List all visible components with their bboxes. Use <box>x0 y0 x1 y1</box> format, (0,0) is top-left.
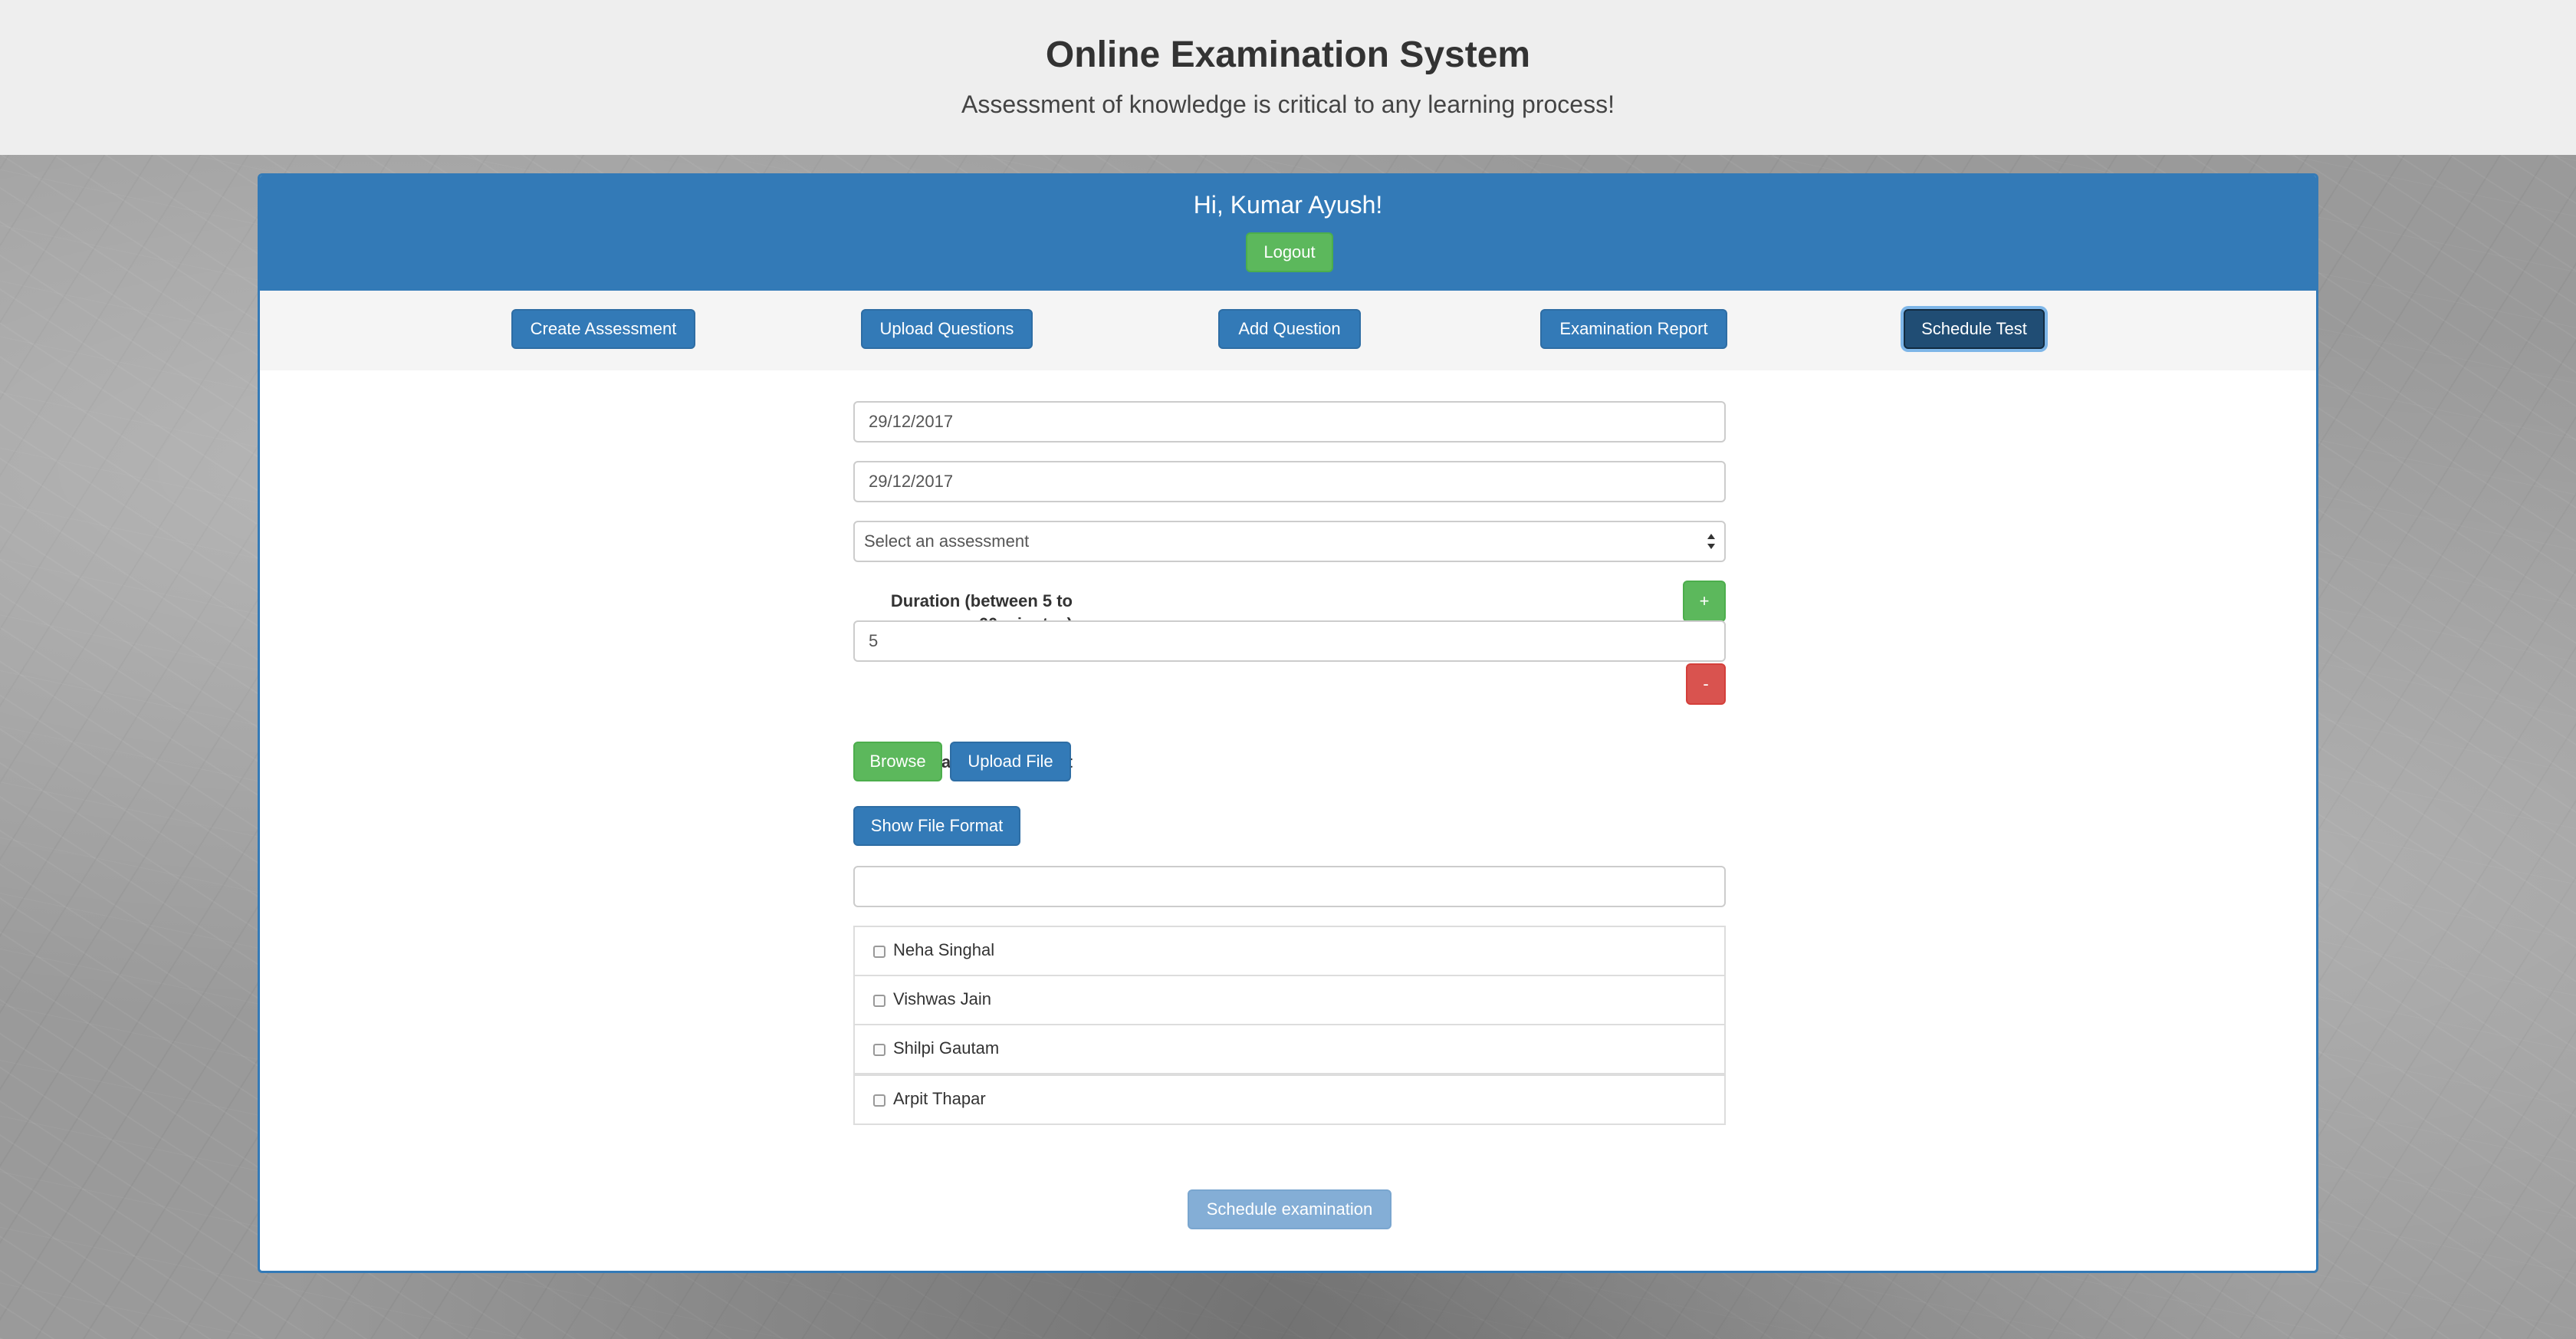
user-name: Arpit Thapar <box>893 1089 986 1108</box>
user-row[interactable]: Vishwas Jain <box>853 975 1726 1025</box>
examination-report-button[interactable]: Examination Report <box>1540 309 1727 349</box>
upload-file-button[interactable]: Upload File <box>950 742 1071 781</box>
user-list: Neha Singhal Vishwas Jain Shilpi Gautam … <box>853 926 1726 1127</box>
select-assessment-value: Select an assessment <box>864 531 1030 551</box>
main-panel: Hi, Kumar Ayush! Logout Create Assessmen… <box>258 173 2318 1273</box>
site-subtitle: Assessment of knowledge is critical to a… <box>961 90 1615 118</box>
search-user-input[interactable] <box>853 866 1726 907</box>
schedule-examination-button[interactable]: Schedule examination <box>1188 1189 1392 1229</box>
site-header: Online Examination System Assessment of … <box>0 0 2576 155</box>
user-checkbox[interactable] <box>873 995 886 1007</box>
user-name: Neha Singhal <box>893 940 995 959</box>
user-row[interactable]: Shilpi Gautam <box>853 1024 1726 1074</box>
duration-label-line1: Duration (between 5 to <box>890 591 1073 610</box>
show-file-format-button[interactable]: Show File Format <box>853 806 1020 846</box>
site-title: Online Examination System <box>1045 35 1531 75</box>
duration-increment-button[interactable]: + <box>1683 581 1726 622</box>
user-checkbox[interactable] <box>873 946 886 958</box>
add-question-button[interactable]: Add Question <box>1218 309 1361 349</box>
select-assessment-dropdown[interactable]: Select an assessment <box>853 521 1726 562</box>
create-assessment-button[interactable]: Create Assessment <box>511 309 695 349</box>
action-nav: Create Assessment Upload Questions Add Q… <box>260 291 2316 370</box>
duration-decrement-button[interactable]: - <box>1686 663 1726 705</box>
duration-input[interactable]: 5 <box>853 620 1726 662</box>
user-row[interactable]: Neha Singhal <box>853 926 1726 976</box>
user-row[interactable]: Arpit Thapar <box>853 1074 1726 1125</box>
user-name: Vishwas Jain <box>893 989 991 1008</box>
user-checkbox[interactable] <box>873 1094 886 1107</box>
panel-heading: Hi, Kumar Ayush! Logout <box>260 176 2316 291</box>
user-greeting: Hi, Kumar Ayush! <box>1193 191 1383 219</box>
user-checkbox[interactable] <box>873 1044 886 1056</box>
exam-date-input[interactable]: 29/12/2017 <box>853 401 1726 442</box>
user-name: Shilpi Gautam <box>893 1038 1000 1058</box>
logout-button[interactable]: Logout <box>1246 232 1333 272</box>
notification-date-input[interactable]: 29/12/2017 <box>853 461 1726 502</box>
upload-questions-button[interactable]: Upload Questions <box>861 309 1033 349</box>
browse-button[interactable]: Browse <box>853 742 942 781</box>
select-arrows-icon <box>1707 534 1715 549</box>
schedule-test-button[interactable]: Schedule Test <box>1904 309 2045 349</box>
